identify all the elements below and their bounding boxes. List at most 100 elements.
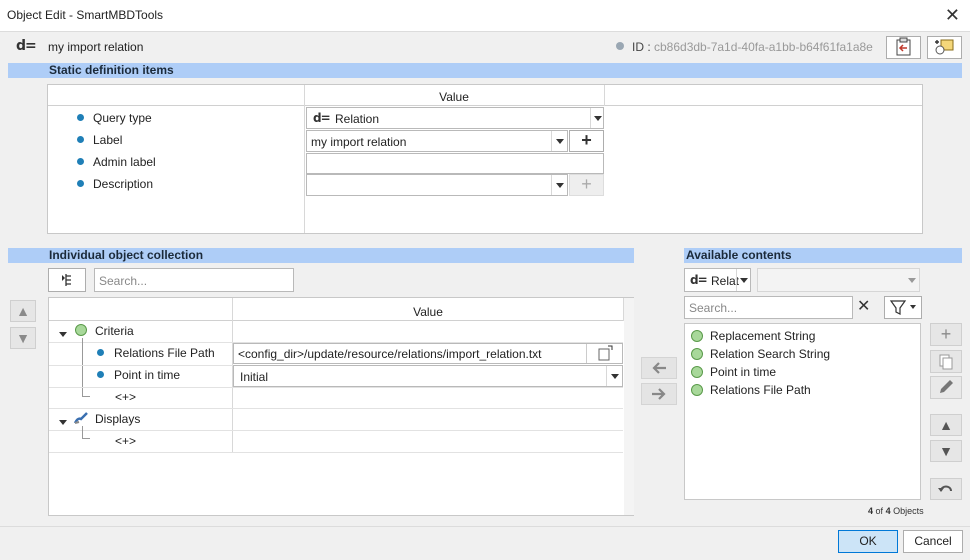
- available-section-title: Available contents: [686, 248, 792, 262]
- criteria-label: Criteria: [95, 324, 134, 338]
- chevron-down-icon[interactable]: [556, 183, 564, 188]
- chevron-down-icon[interactable]: [556, 139, 564, 144]
- collection-section-bar: Individual object collection: [8, 248, 634, 263]
- row-line: [49, 408, 623, 409]
- copy-icon: [939, 354, 953, 370]
- arrow-down-icon: ▼: [939, 443, 953, 459]
- undo-button[interactable]: [930, 478, 962, 500]
- count-suffix: Objects: [893, 506, 924, 516]
- file-browse-icon[interactable]: [586, 344, 622, 363]
- item-icon: [691, 348, 703, 360]
- ok-label: OK: [859, 534, 877, 548]
- move-up-available-button[interactable]: ▲: [930, 414, 962, 436]
- edit-icon: [940, 380, 953, 393]
- move-up-button[interactable]: ▲: [10, 300, 36, 322]
- plus-icon[interactable]: +: [569, 174, 604, 196]
- arrow-up-icon: ▲: [939, 417, 953, 433]
- relation-icon: d=: [313, 111, 331, 125]
- available-list-item[interactable]: Relation Search String: [685, 345, 920, 363]
- filter-button[interactable]: [884, 296, 922, 319]
- column-divider: [604, 85, 605, 106]
- arrow-right-icon: [652, 388, 666, 400]
- paste-button[interactable]: [886, 36, 921, 59]
- tree-scrollbar[interactable]: [624, 298, 634, 515]
- collection-tree-table: Value Criteria Relations File Path <conf…: [48, 297, 634, 516]
- close-icon[interactable]: ✕: [945, 5, 960, 25]
- query-type-select[interactable]: d= Relation: [306, 107, 604, 129]
- divider: [606, 366, 607, 386]
- status-dot: [616, 42, 624, 50]
- label-field[interactable]: my import relation: [306, 130, 568, 152]
- ok-button[interactable]: OK: [838, 530, 898, 553]
- bullet: [77, 158, 84, 165]
- dialog-footer: [0, 526, 970, 560]
- count-of: of: [875, 506, 884, 516]
- collection-search-placeholder: Search...: [99, 274, 148, 288]
- object-count: 4 of 4 Objects: [868, 506, 924, 516]
- available-list-item[interactable]: Point in time: [685, 363, 920, 381]
- query-type-label: Query type: [93, 111, 152, 125]
- chevron-down-icon: [611, 374, 619, 379]
- divider: [590, 108, 591, 128]
- object-header: d= my import relation ID : cb86d3db-7a1d…: [0, 32, 970, 62]
- add-display-placeholder[interactable]: <+>: [115, 434, 136, 448]
- plus-icon: +: [940, 324, 952, 344]
- tree-toggle-button[interactable]: [48, 268, 86, 292]
- available-list: Replacement String Relation Search String…: [684, 323, 921, 500]
- clear-icon[interactable]: ✕: [857, 298, 870, 316]
- plus-icon[interactable]: +: [569, 130, 604, 152]
- window-title: Object Edit - SmartMBDTools: [7, 8, 164, 22]
- tree-toggle-icon: [62, 274, 71, 286]
- admin-label-label: Admin label: [93, 155, 156, 169]
- filter-icon: [889, 300, 916, 315]
- static-section-title: Static definition items: [49, 63, 174, 77]
- point-in-time-value: Initial: [240, 370, 269, 384]
- label-label: Label: [93, 133, 123, 147]
- available-search-input[interactable]: Search...: [684, 296, 853, 319]
- available-list-item[interactable]: Relations File Path: [685, 381, 920, 399]
- bullet: [77, 114, 84, 121]
- available-item-label: Relations File Path: [710, 383, 811, 397]
- assign-button[interactable]: [927, 36, 962, 59]
- brush-icon: [73, 411, 89, 428]
- available-item-label: Relation Search String: [710, 347, 831, 361]
- available-item-label: Point in time: [710, 365, 777, 379]
- file-browse-glyph: [598, 345, 612, 361]
- available-subtype-select[interactable]: [757, 268, 920, 292]
- criteria-icon: [75, 324, 87, 336]
- chevron-down-icon: [740, 278, 748, 283]
- arrow-up-icon: ▲: [16, 303, 30, 319]
- file-path-field[interactable]: <config_dir>/update/resource/relations/i…: [233, 343, 623, 364]
- bullet: [77, 136, 84, 143]
- id-value: cb86d3db-7a1d-40fa-a1bb-b64f61fa1a8e: [654, 40, 873, 54]
- tree-connector: [82, 396, 90, 397]
- static-definition-panel: Value Query type d= Relation Label my im…: [47, 84, 923, 234]
- cancel-button[interactable]: Cancel: [903, 530, 963, 553]
- column-divider: [304, 85, 305, 233]
- move-right-button[interactable]: [641, 383, 677, 405]
- assign-icon: [935, 39, 954, 55]
- move-down-button[interactable]: ▼: [10, 327, 36, 349]
- copy-button[interactable]: [930, 350, 962, 373]
- add-button[interactable]: +: [930, 323, 962, 346]
- point-in-time-select[interactable]: Initial: [233, 365, 623, 387]
- available-type-select[interactable]: d= Relat: [684, 268, 751, 292]
- move-down-available-button[interactable]: ▼: [930, 440, 962, 462]
- move-left-button[interactable]: [641, 357, 677, 379]
- collection-search-input[interactable]: Search...: [94, 268, 294, 292]
- bullet: [97, 371, 104, 378]
- admin-label-field[interactable]: [306, 153, 604, 174]
- tree-value-header: Value: [413, 305, 443, 319]
- edit-button[interactable]: [930, 376, 962, 399]
- available-list-item[interactable]: Replacement String: [685, 327, 920, 345]
- description-field[interactable]: [306, 174, 568, 196]
- add-criteria-placeholder[interactable]: <+>: [115, 390, 136, 404]
- divider: [736, 269, 737, 291]
- collapse-toggle[interactable]: [59, 414, 67, 428]
- file-path-value: <config_dir>/update/resource/relations/i…: [238, 347, 542, 361]
- chevron-down-icon: [59, 332, 67, 337]
- collapse-toggle[interactable]: [59, 326, 67, 340]
- available-section-bar: Available contents: [684, 248, 962, 263]
- tree-connector: [82, 426, 83, 438]
- id-label: ID :: [632, 40, 651, 54]
